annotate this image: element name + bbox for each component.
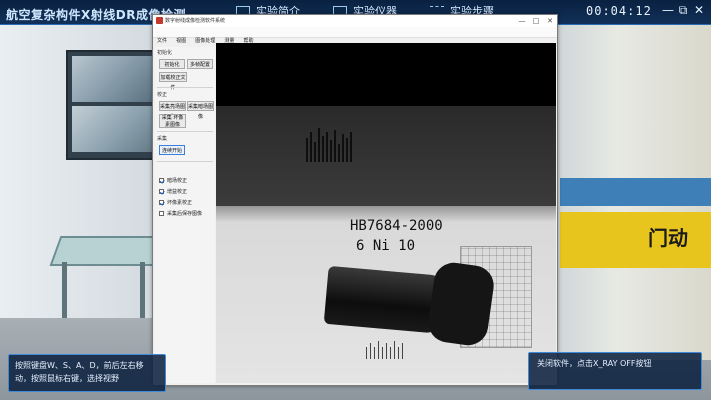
- door-sign-text: 门动: [648, 226, 688, 250]
- restore-button[interactable]: ⧉: [676, 3, 690, 17]
- software-close-button[interactable]: ✕: [543, 15, 557, 27]
- xray-image-view[interactable]: HB7684-2000 6 Ni 10: [216, 43, 556, 383]
- movement-hint: 按照键盘W、S、A、D，前后左右移动，按照鼠标右键，选择视野: [8, 354, 166, 392]
- check-defect-correction[interactable]: 坏像素校正: [159, 199, 192, 206]
- software-minimize-button[interactable]: —: [515, 15, 529, 27]
- divider: [157, 131, 213, 132]
- check-gain-correction[interactable]: 增益校正: [159, 188, 187, 195]
- group-acquire-label: 采集: [157, 136, 168, 142]
- monitor-panel: [66, 50, 158, 160]
- group-calibration-label: 校正: [157, 92, 168, 98]
- check-save-after-acquire-label: 采集后保存图像: [167, 211, 203, 217]
- step-hint: 关闭软件，点击X_RAY OFF按钮: [528, 352, 702, 390]
- checkbox-checked[interactable]: [159, 189, 164, 194]
- multi-frame-button[interactable]: 多帧配置: [187, 59, 213, 69]
- xray-part-head: [425, 260, 497, 348]
- bright-field-button[interactable]: 采集亮场图像: [159, 101, 186, 120]
- software-maximize-button[interactable]: □: [529, 15, 543, 27]
- defect-pixel-button[interactable]: 采集 坏像素图像: [159, 114, 186, 128]
- divider: [157, 161, 213, 162]
- load-calibration-button[interactable]: 加载校正文件: [159, 72, 187, 91]
- software-window[interactable]: 数字射线成像检测软件系统 — □ ✕ 文件 视图 图像处理 测量 帮助 设定 采…: [152, 14, 558, 386]
- xray-barcode-marks: [306, 128, 354, 166]
- checkbox-checked[interactable]: [159, 200, 164, 205]
- movement-hint-text: 按照键盘W、S、A、D，前后左右移动，按照鼠标右键，选择视野: [15, 361, 144, 383]
- software-title: 数字射线成像检测软件系统: [165, 18, 226, 24]
- monitor-screen-bottom: [72, 106, 152, 152]
- blue-stripe: [560, 178, 711, 206]
- xray-image: HB7684-2000 6 Ni 10: [216, 106, 556, 383]
- app-logo-icon: [156, 17, 163, 24]
- software-tabs: 设定 采集: [153, 37, 215, 55]
- group-init-label: 初始化: [157, 50, 173, 56]
- check-dark-correction-label: 暗场校正: [167, 178, 188, 184]
- checkbox-unchecked[interactable]: [159, 211, 164, 216]
- xray-label-line1: HB7684-2000: [350, 218, 443, 234]
- xray-label-line2: 6 Ni 10: [356, 238, 416, 254]
- close-button[interactable]: ✕: [692, 3, 706, 17]
- minimize-button[interactable]: —: [661, 3, 675, 17]
- check-save-after-acquire[interactable]: 采集后保存图像: [159, 210, 202, 217]
- check-dark-correction[interactable]: 暗场校正: [159, 177, 187, 184]
- door-sign-plate: [560, 212, 711, 268]
- xray-upper-region: [216, 106, 556, 206]
- dark-field-button[interactable]: 采集暗场图像: [187, 101, 214, 120]
- xray-tick-marks: [366, 341, 406, 363]
- check-defect-correction-label: 坏像素校正: [167, 200, 193, 206]
- divider: [157, 87, 213, 88]
- init-button[interactable]: 初始化: [159, 59, 185, 69]
- start-acquire-button[interactable]: 连续开始: [159, 145, 185, 155]
- step-hint-text: 关闭软件，点击X_RAY OFF按钮: [537, 359, 652, 368]
- checkbox-checked[interactable]: [159, 178, 164, 183]
- timer: 00:04:12: [586, 4, 652, 18]
- control-panel: 初始化 初始化 多帧配置 加载校正文件 校正 采集亮场图像 采集暗场图像 采集 …: [155, 47, 215, 383]
- check-gain-correction-label: 增益校正: [167, 189, 188, 195]
- monitor-screen-top: [72, 56, 152, 102]
